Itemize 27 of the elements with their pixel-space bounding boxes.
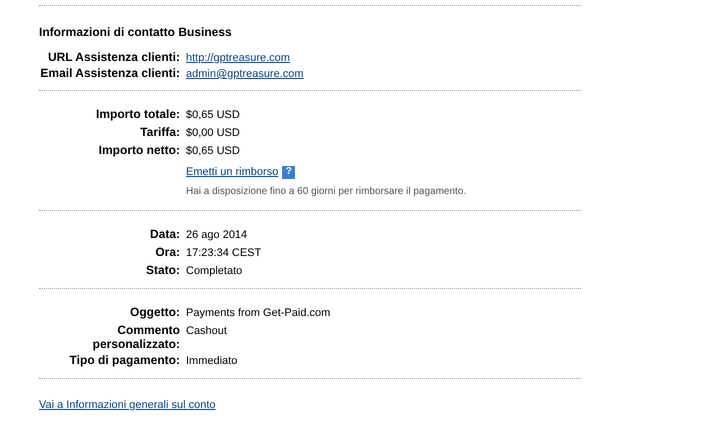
help-icon[interactable]: ? (282, 166, 296, 178)
field-value: Completato (186, 264, 242, 279)
section-heading: Informazioni di contatto Business (39, 24, 233, 40)
field-label: Email Assistenza clienti: (39, 66, 180, 80)
refund-link[interactable]: Emetti un rimborso (186, 164, 278, 180)
field-label: Oggetto: (129, 305, 180, 319)
account-overview-link[interactable]: Vai a Informazioni generali sul conto (39, 397, 216, 413)
field-label: Tipo di pagamento: (68, 353, 180, 367)
field-label: Importo netto: (98, 143, 180, 157)
field-value: 17:23:34 CEST (186, 246, 262, 261)
field-label: Tariffa: (139, 125, 180, 139)
field-label: Importo totale: (95, 107, 180, 121)
field-value: Payments from Get-Paid.com (186, 306, 330, 321)
refund-note: Hai a disposizione fino a 60 giorni per rimborsare il pagamento. (185, 185, 468, 199)
field-value: $0,65 USD (186, 144, 240, 159)
field-value: 26 ago 2014 (186, 228, 248, 243)
field-value: Cashout (186, 324, 227, 339)
field-label: Commento personalizzato: (92, 323, 180, 351)
field-value: $0,00 USD (186, 126, 240, 141)
field-label: Stato: (145, 263, 180, 277)
field-label: URL Assistenza clienti: (46, 50, 180, 64)
field-label: Ora: (154, 245, 180, 259)
value-link[interactable]: admin@gptreasure.com (186, 66, 304, 82)
field-value: $0,65 USD (186, 108, 240, 123)
field-value: Immediato (186, 354, 238, 369)
value-link[interactable]: http://gptreasure.com (186, 50, 290, 66)
field-label: Data: (148, 227, 180, 241)
